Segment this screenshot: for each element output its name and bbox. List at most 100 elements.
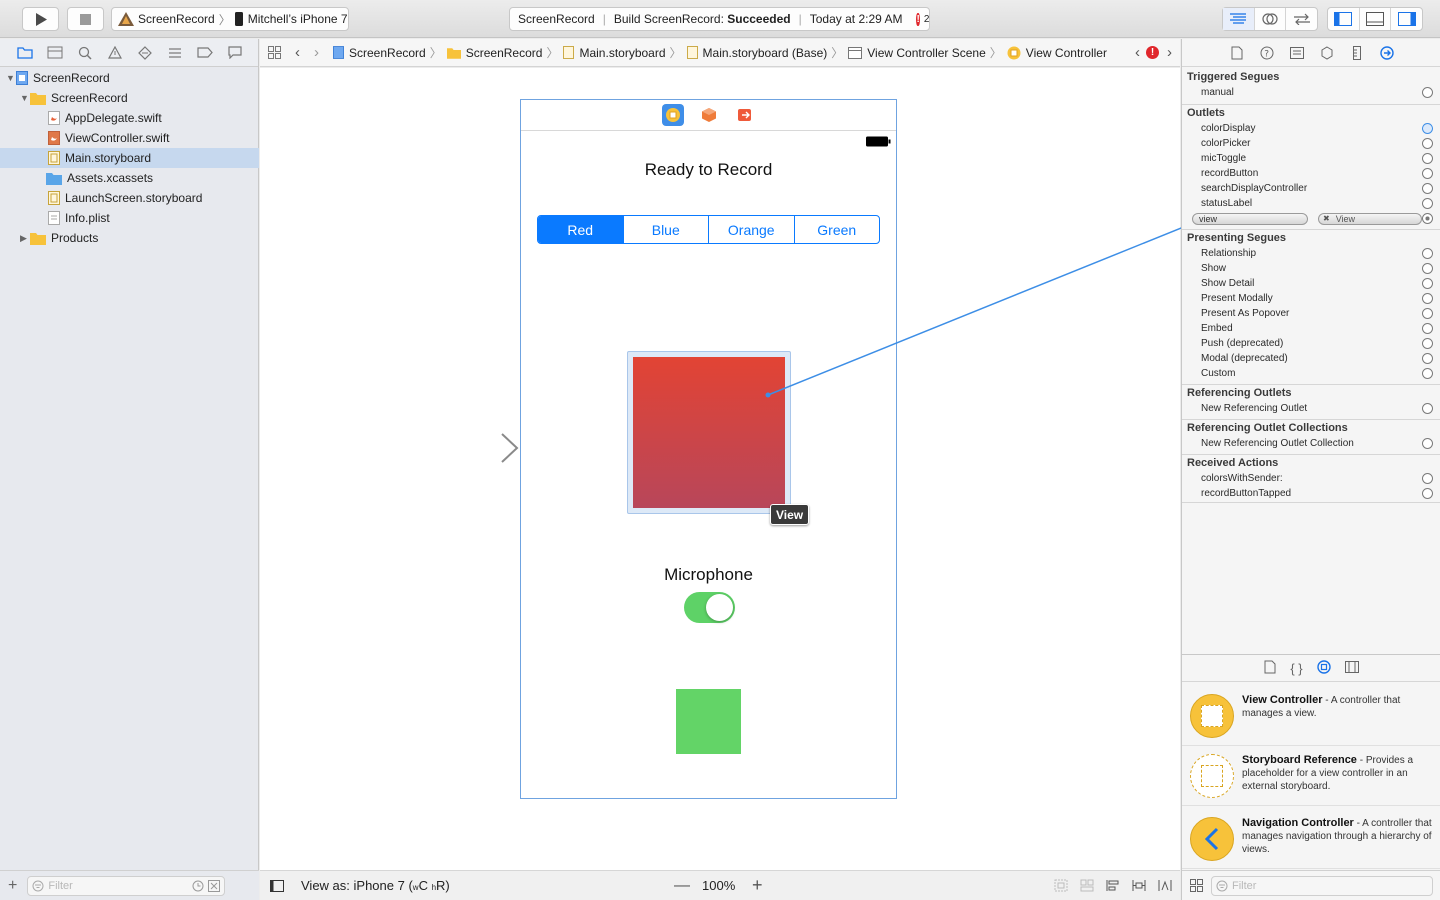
grid-view-icon[interactable] [1190,879,1203,892]
connection-circle[interactable] [1422,438,1433,449]
resolve-auto-layout-icon[interactable] [1158,879,1172,892]
tree-item-file[interactable]: LaunchScreen.storyboard [0,188,259,208]
size-inspector-tab-icon[interactable] [1342,45,1372,60]
stack-view-icon[interactable] [1080,879,1094,892]
document-outline-toggle-icon[interactable] [270,879,284,892]
tree-item-project[interactable]: ▼ ScreenRecord [0,68,259,88]
exit-icon[interactable] [734,104,756,126]
connection-circle[interactable] [1422,153,1433,164]
zoom-level[interactable]: 100% [702,878,735,893]
navigator-filter-field[interactable]: Filter [27,875,226,896]
file-inspector-tab-icon[interactable] [1222,46,1252,60]
add-icon[interactable]: + [8,877,17,895]
view-controller-dock-icon[interactable] [661,104,684,126]
forward-arrow-icon[interactable]: › [314,44,319,61]
connection-circle-filled[interactable] [1422,213,1433,224]
segment-red[interactable]: Red [538,216,624,243]
tree-item-file-selected[interactable]: Main.storyboard [0,148,259,168]
record-button[interactable] [676,689,741,754]
disclosure-open-icon[interactable]: ▼ [6,73,16,83]
library-item-navigation-controller[interactable]: Navigation Controller - A controller tha… [1182,809,1440,869]
breadcrumb-localization[interactable]: Main.storyboard (Base) 〉 [686,44,849,61]
connection-circle[interactable] [1422,353,1433,364]
connection-circle[interactable] [1422,87,1433,98]
library-item-view-controller[interactable]: View Controller - A controller that mana… [1182,686,1440,746]
breakpoint-tab-icon[interactable] [190,47,220,58]
connection-circle[interactable] [1422,338,1433,349]
connection-circle[interactable] [1422,278,1433,289]
disclosure-closed-icon[interactable]: ▶ [20,233,30,244]
color-display-view[interactable] [633,357,785,508]
identity-inspector-tab-icon[interactable] [1282,46,1312,59]
library-filter-field[interactable]: Filter [1211,875,1433,896]
mic-toggle-switch[interactable] [684,592,735,623]
test-tab-icon[interactable] [130,45,160,60]
breadcrumb-file[interactable]: Main.storyboard 〉 [563,44,686,61]
quick-help-tab-icon[interactable]: ? [1252,46,1282,60]
color-picker-segmented-control[interactable]: Red Blue Orange Green [537,215,880,244]
embed-in-icon[interactable] [1054,879,1068,892]
utilities-toggle-button[interactable] [1391,8,1422,30]
file-template-tab-icon[interactable] [1264,660,1276,677]
stop-button[interactable] [67,7,104,31]
tree-item-file[interactable]: AppDelegate.swift [0,108,259,128]
tree-item-file[interactable]: Assets.xcassets [0,168,259,188]
debug-area-toggle-button[interactable] [1360,8,1392,30]
version-editor-button[interactable] [1286,8,1317,30]
related-items-icon[interactable] [268,46,281,59]
microphone-label[interactable]: Microphone [521,565,896,585]
source-control-tab-icon[interactable] [40,46,70,59]
view-as-button[interactable]: View as: iPhone 7 (wC hR) [301,878,450,893]
source-control-filter-icon[interactable] [208,879,221,892]
connection-circle[interactable] [1422,263,1433,274]
breadcrumb-group[interactable]: ScreenRecord 〉 [446,44,564,61]
scheme-selector[interactable]: ScreenRecord 〉 Mitchell’s iPhone 7 [111,7,349,31]
connection-circle[interactable] [1422,473,1433,484]
connection-circle-active[interactable] [1422,123,1433,134]
segment-green[interactable]: Green [795,216,880,243]
connection-circle[interactable] [1422,248,1433,259]
align-icon[interactable] [1106,879,1120,892]
recent-files-icon[interactable] [192,880,204,892]
report-tab-icon[interactable] [220,46,250,59]
tree-item-group[interactable]: ▼ ScreenRecord [0,88,259,108]
disconnect-icon[interactable]: ✖ [1323,214,1330,223]
connection-circle[interactable] [1422,323,1433,334]
connection-circle[interactable] [1422,368,1433,379]
storyboard-canvas[interactable]: Ready to Record Red Blue Orange Green Vi… [260,68,1429,870]
library-item-storyboard-reference[interactable]: Storyboard Reference - Provides a placeh… [1182,746,1440,806]
disclosure-open-icon[interactable]: ▼ [20,93,30,103]
connections-inspector-tab-icon[interactable] [1372,45,1402,60]
run-button[interactable] [22,7,59,31]
zoom-in-icon[interactable]: + [752,875,763,896]
issue-tab-icon[interactable] [100,46,130,59]
debug-tab-icon[interactable] [160,47,190,59]
segment-orange[interactable]: Orange [709,216,795,243]
segment-blue[interactable]: Blue [624,216,709,243]
code-snippet-tab-icon[interactable]: { } [1290,661,1302,676]
standard-editor-button[interactable] [1223,8,1255,30]
tree-item-group[interactable]: ▶ Products [0,228,259,248]
previous-issue-icon[interactable]: ‹ [1135,44,1140,61]
next-issue-icon[interactable]: › [1167,44,1172,61]
breadcrumb-scene[interactable]: View Controller Scene 〉 [848,44,1007,61]
connection-target-pill[interactable]: ✖ View [1318,212,1422,225]
attributes-inspector-tab-icon[interactable] [1312,45,1342,60]
connection-circle[interactable] [1422,198,1433,209]
tree-item-file[interactable]: Info.plist [0,208,259,228]
connection-circle[interactable] [1422,293,1433,304]
first-responder-icon[interactable] [698,104,720,126]
navigator-toggle-button[interactable] [1328,8,1360,30]
project-navigator-tab-icon[interactable] [10,46,40,59]
zoom-out-icon[interactable]: — [674,877,690,895]
issue-count[interactable]: 2 [924,14,930,25]
assistant-editor-button[interactable] [1255,8,1287,30]
status-label[interactable]: Ready to Record [521,160,896,180]
find-tab-icon[interactable] [70,46,100,60]
media-library-tab-icon[interactable] [1344,660,1359,676]
connection-circle[interactable] [1422,488,1433,499]
connection-circle[interactable] [1422,168,1433,179]
error-icon[interactable]: ! [916,12,920,26]
connection-circle[interactable] [1422,138,1433,149]
breadcrumb-view-controller[interactable]: View Controller [1007,46,1107,60]
